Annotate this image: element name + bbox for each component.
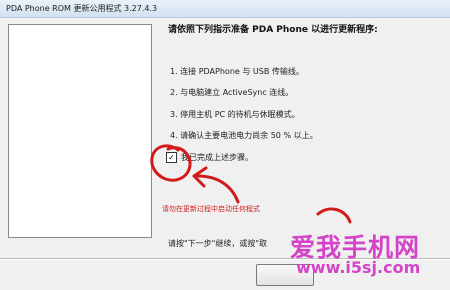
confirm-steps-row[interactable]: ✓ 我已完成上述步骤。 [166,152,253,163]
confirm-steps-checkbox[interactable]: ✓ [166,152,177,163]
step-3: 3. 停用主机 PC 的待机与休眠模式。 [170,110,300,119]
step-1: 1. 连接 PDAPhone 与 USB 传输线。 [170,67,304,76]
image-panel [8,24,152,238]
warning-annotation: 请勿在更新过程中启动任何程式 [162,205,260,213]
confirm-steps-label[interactable]: 我已完成上述步骤。 [181,152,253,163]
step-2: 2. 与电脑建立 ActiveSync 连线。 [170,88,294,97]
next-instruction: 请按"下一步"继续，或按"取 [168,239,268,248]
window-title: PDA Phone ROM 更新公用程式 3.27.4.3 [6,4,158,13]
arrow-annotation [196,174,240,204]
title-bar: PDA Phone ROM 更新公用程式 3.27.4.3 [0,0,450,18]
instructions-heading: 请依照下列指示准备 PDA Phone 以进行更新程序: [168,25,378,35]
watermark-url: www.i5sj.com [296,258,421,277]
button-arrow-annotation [316,207,352,224]
checkbox-circle-annotation [150,144,192,182]
dialog-window: PDA Phone ROM 更新公用程式 3.27.4.3 请依照下列指示准备 … [0,0,450,290]
arrow-head-annotation [192,166,208,188]
step-4: 4. 请确认主要电池电力尚余 50 % 以上。 [170,131,318,140]
